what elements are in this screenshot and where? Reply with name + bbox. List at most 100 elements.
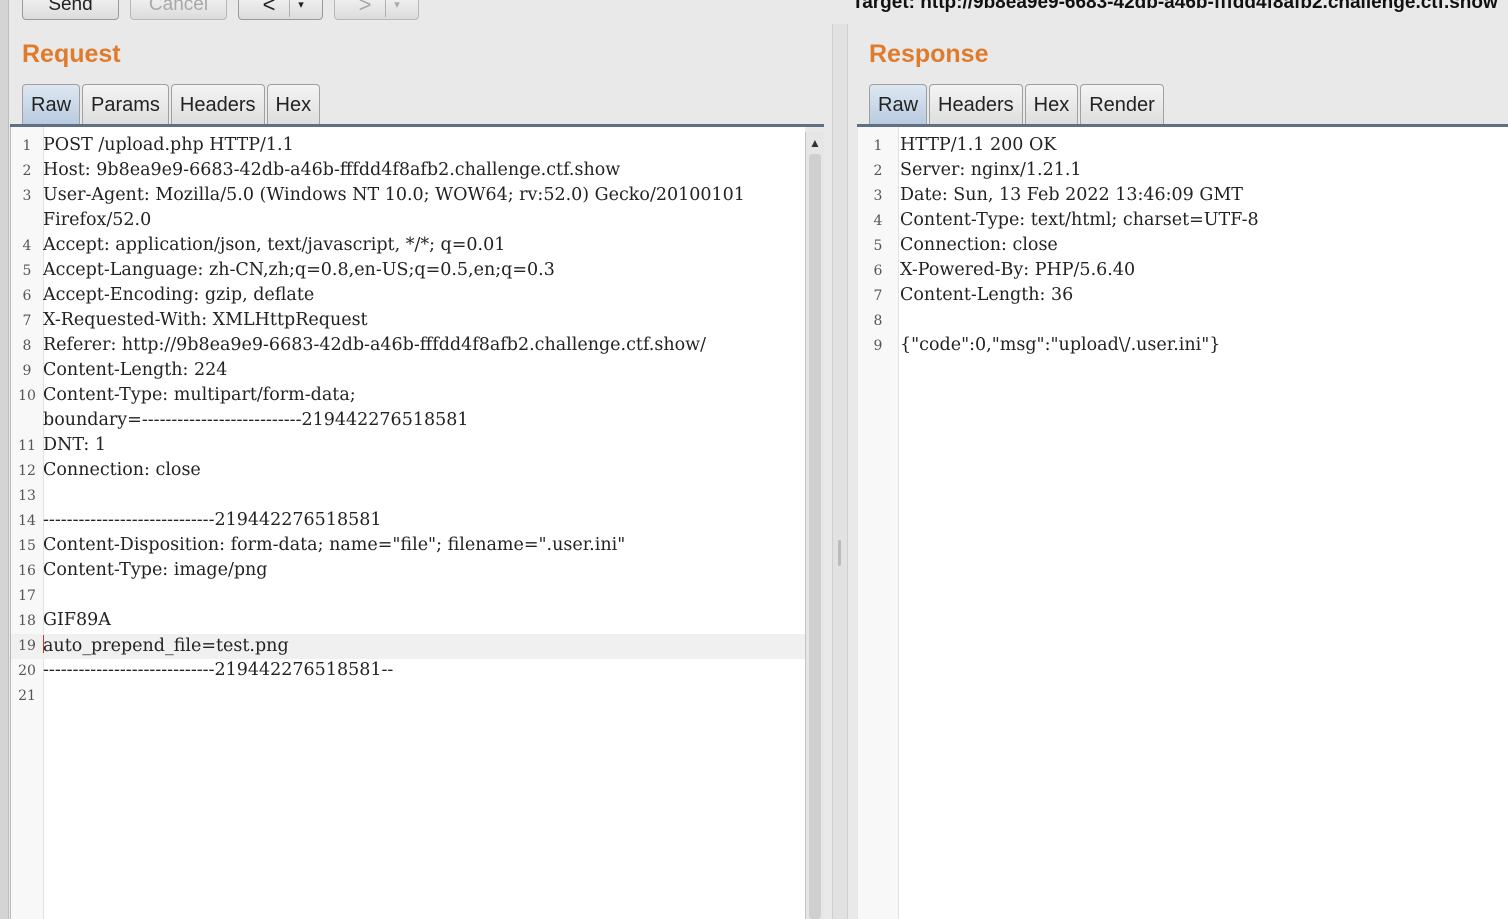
line-text: boundary=---------------------------2194…	[43, 410, 469, 430]
tab-hex[interactable]: Hex	[266, 84, 321, 124]
line-number: 8	[22, 338, 32, 354]
tab-raw[interactable]: Raw	[869, 84, 928, 124]
request-editor[interactable]: 1 POST /upload.php HTTP/1.1 2 Host: 9b8ea9e…	[10, 127, 805, 919]
line-number: 4	[873, 213, 883, 229]
line-number: 2	[22, 163, 32, 179]
line-number: 13	[18, 488, 36, 504]
tab-raw[interactable]: Raw	[22, 84, 81, 124]
line-number: 1	[22, 138, 32, 154]
pane-splitter[interactable]	[832, 24, 848, 919]
request-tabs: Raw Params Headers Hex	[22, 84, 322, 124]
forward-dropdown-icon[interactable]: ▾	[385, 0, 408, 17]
line-text: DNT: 1	[43, 435, 106, 455]
code-line[interactable]: 4 Content-Type: text/html; charset=UTF-8	[858, 209, 1508, 234]
cancel-button[interactable]: Cancel	[130, 0, 227, 20]
code-line[interactable]: 2 Server: nginx/1.21.1	[858, 159, 1508, 184]
line-text: Content-Type: image/png	[43, 560, 268, 580]
tab-render[interactable]: Render	[1080, 84, 1164, 124]
code-line[interactable]: 15 Content-Disposition: form-data; name="…	[11, 534, 805, 559]
line-text: GIF89A	[43, 610, 111, 630]
code-line[interactable]: 13	[11, 484, 805, 509]
line-text: Connection: close	[43, 460, 201, 480]
line-text: -----------------------------21944227651…	[43, 660, 394, 680]
send-button[interactable]: Send	[22, 0, 119, 20]
line-text: HTTP/1.1 200 OK	[900, 135, 1057, 155]
code-line[interactable]: 3 Date: Sun, 13 Feb 2022 13:46:09 GMT	[858, 184, 1508, 209]
splitter-grip[interactable]	[838, 540, 841, 566]
tab-params[interactable]: Params	[82, 84, 169, 124]
line-number: 10	[18, 388, 36, 404]
line-number: 17	[18, 588, 36, 604]
line-number: 21	[18, 688, 36, 704]
response-editor[interactable]: 1 HTTP/1.1 200 OK 2 Server: nginx/1.21.1 3 Da…	[858, 127, 1508, 919]
code-line[interactable]: 7 Content-Length: 36	[858, 284, 1508, 309]
line-number: 20	[18, 663, 36, 679]
line-text: Content-Length: 36	[900, 285, 1074, 305]
code-line[interactable]: 6 X-Powered-By: PHP/5.6.40	[858, 259, 1508, 284]
code-line[interactable]: 9 {"code":0,"msg":"upload\/.user.ini"}	[858, 334, 1508, 359]
line-number: 5	[22, 263, 32, 279]
code-line[interactable]: 9 Content-Length: 224	[11, 359, 805, 384]
back-dropdown-icon[interactable]: ▾	[289, 0, 312, 17]
code-line[interactable]: 20 -----------------------------219442276…	[11, 659, 805, 684]
code-line[interactable]: 16 Content-Type: image/png	[11, 559, 805, 584]
line-number: 3	[873, 188, 883, 204]
window-left-edge	[0, 0, 9, 919]
line-number: 14	[18, 513, 36, 529]
line-text: POST /upload.php HTTP/1.1	[43, 135, 294, 155]
line-text: Accept: application/json, text/javascrip…	[43, 235, 506, 255]
toolbar: Send Cancel < ▾ > ▾ Target: http://9b8ea9e…	[0, 0, 1508, 22]
line-text: Connection: close	[900, 235, 1058, 255]
line-text: Date: Sun, 13 Feb 2022 13:46:09 GMT	[900, 185, 1243, 205]
line-number: 9	[873, 338, 883, 354]
code-line[interactable]: 21	[11, 684, 805, 709]
back-arrow-icon: <	[262, 0, 276, 17]
request-scrollbar-thumb[interactable]	[809, 154, 821, 919]
line-text: Content-Type: text/html; charset=UTF-8	[900, 210, 1259, 230]
code-line[interactable]: 17	[11, 584, 805, 609]
line-text: Accept-Encoding: gzip, deflate	[43, 285, 315, 305]
code-line[interactable]: 19 auto_prepend_file=test.png	[11, 634, 805, 659]
line-number: 7	[873, 288, 883, 304]
code-line[interactable]: 4 Accept: application/json, text/javascri…	[11, 234, 805, 259]
tab-hex[interactable]: Hex	[1024, 84, 1079, 124]
request-title: Request	[22, 40, 121, 68]
line-number: 12	[18, 463, 36, 479]
code-line[interactable]: boundary=---------------------------2194…	[11, 409, 805, 434]
code-line[interactable]: 5 Connection: close	[858, 234, 1508, 259]
back-button[interactable]: < ▾	[238, 0, 323, 20]
request-scrollbar[interactable]: ▲	[805, 132, 824, 919]
line-text: X-Requested-With: XMLHttpRequest	[43, 310, 368, 330]
line-text: -----------------------------21944227651…	[43, 510, 382, 530]
code-line[interactable]: 5 Accept-Language: zh-CN,zh;q=0.8,en-US;q…	[11, 259, 805, 284]
code-line[interactable]: 1 POST /upload.php HTTP/1.1	[11, 134, 805, 159]
code-line[interactable]: Firefox/52.0	[11, 209, 805, 234]
code-line[interactable]: 8 Referer: http://9b8ea9e9-6683-42db-a46b…	[11, 334, 805, 359]
code-line[interactable]: 3 User-Agent: Mozilla/5.0 (Windows NT 10.…	[11, 184, 805, 209]
line-number: 18	[18, 613, 36, 629]
code-line[interactable]: 6 Accept-Encoding: gzip, deflate	[11, 284, 805, 309]
code-line[interactable]: 7 X-Requested-With: XMLHttpRequest	[11, 309, 805, 334]
code-line[interactable]: 14 -----------------------------219442276…	[11, 509, 805, 534]
line-text: Content-Type: multipart/form-data;	[43, 385, 356, 405]
text-cursor	[43, 635, 44, 653]
line-text: X-Powered-By: PHP/5.6.40	[900, 260, 1136, 280]
code-line[interactable]: 2 Host: 9b8ea9e9-6683-42db-a46b-fffdd4f8a…	[11, 159, 805, 184]
line-number: 11	[18, 438, 36, 454]
code-line[interactable]: 8	[858, 309, 1508, 334]
line-text: Host: 9b8ea9e9-6683-42db-a46b-fffdd4f8af…	[43, 160, 621, 180]
line-number: 6	[22, 288, 32, 304]
send-button-label: Send	[48, 0, 93, 15]
line-number: 5	[873, 238, 883, 254]
tab-headers[interactable]: Headers	[170, 84, 265, 124]
code-line[interactable]: 1 HTTP/1.1 200 OK	[858, 134, 1508, 159]
tab-headers[interactable]: Headers	[929, 84, 1023, 124]
code-line[interactable]: 11 DNT: 1	[11, 434, 805, 459]
code-line[interactable]: 10 Content-Type: multipart/form-data;	[11, 384, 805, 409]
line-text: Content-Disposition: form-data; name="fi…	[43, 535, 626, 555]
scroll-up-icon[interactable]: ▲	[809, 136, 821, 150]
code-line[interactable]: 18 GIF89A	[11, 609, 805, 634]
line-number: 19	[18, 638, 36, 654]
code-line[interactable]: 12 Connection: close	[11, 459, 805, 484]
forward-button[interactable]: > ▾	[334, 0, 419, 20]
